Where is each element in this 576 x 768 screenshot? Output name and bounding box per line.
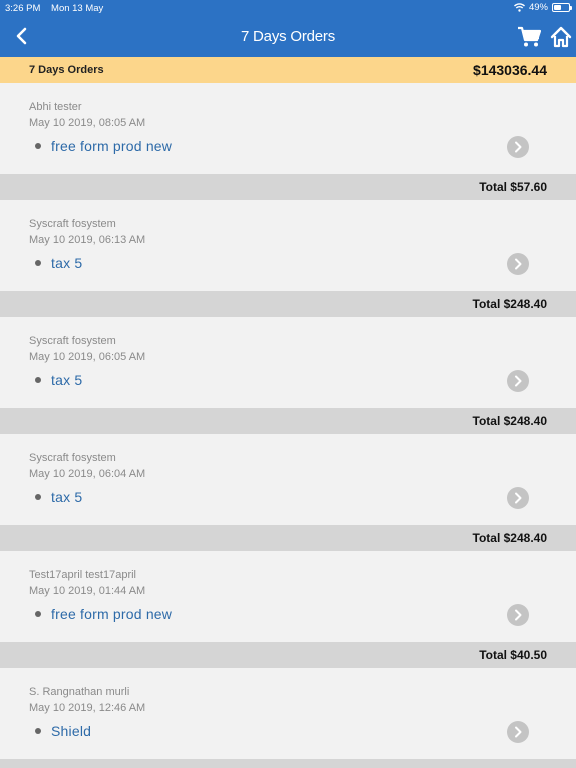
page-title: 7 Days Orders bbox=[240, 28, 336, 45]
bullet-icon bbox=[35, 143, 41, 149]
product-name: tax 5 bbox=[51, 372, 83, 388]
bullet-icon bbox=[35, 728, 41, 734]
order-total: Total $248.40 bbox=[472, 297, 547, 311]
chevron-right-icon bbox=[515, 375, 522, 387]
wifi-icon bbox=[513, 3, 525, 12]
order-datetime: May 10 2019, 08:05 AM bbox=[29, 117, 146, 129]
nav-header: 3:26 PM Mon 13 May 49% 7 Days Orders bbox=[0, 0, 576, 57]
cart-icon bbox=[518, 26, 542, 47]
order-item[interactable]: Syscraft fosystem May 10 2019, 06:05 AM … bbox=[0, 317, 576, 434]
order-detail-button[interactable] bbox=[507, 487, 529, 509]
order-datetime: May 10 2019, 06:04 AM bbox=[29, 468, 146, 480]
order-total: Total $40.50 bbox=[479, 648, 547, 662]
bullet-icon bbox=[35, 611, 41, 617]
status-bar: 3:26 PM Mon 13 May 49% bbox=[0, 0, 576, 16]
customer-name: Syscraft fosystem bbox=[29, 452, 116, 464]
order-datetime: May 10 2019, 06:05 AM bbox=[29, 351, 146, 363]
customer-name: Test17april test17april bbox=[29, 569, 137, 581]
chevron-right-icon bbox=[515, 609, 522, 621]
product-name: free form prod new bbox=[51, 606, 173, 622]
bullet-icon bbox=[35, 377, 41, 383]
order-datetime: May 10 2019, 06:13 AM bbox=[29, 234, 146, 246]
order-datetime: May 10 2019, 12:46 AM bbox=[29, 702, 146, 714]
order-total-bar: Total $248.40 bbox=[0, 291, 576, 317]
order-detail-button[interactable] bbox=[507, 370, 529, 392]
chevron-right-icon bbox=[515, 726, 522, 738]
order-list: Abhi tester May 10 2019, 08:05 AM free f… bbox=[0, 83, 576, 768]
order-total-bar: Total $248.40 bbox=[0, 408, 576, 434]
customer-name: Abhi tester bbox=[29, 101, 82, 113]
customer-name: S. Rangnathan murli bbox=[29, 686, 130, 698]
order-total: Total $248.40 bbox=[472, 531, 547, 545]
battery-percent: 49% bbox=[528, 2, 548, 13]
order-datetime: May 10 2019, 01:44 AM bbox=[29, 585, 146, 597]
bullet-icon bbox=[35, 494, 41, 500]
battery-icon bbox=[552, 3, 572, 12]
chevron-right-icon bbox=[515, 141, 522, 153]
cart-button[interactable] bbox=[517, 26, 542, 48]
status-time: 3:26 PM bbox=[5, 3, 41, 14]
product-name: tax 5 bbox=[51, 255, 83, 271]
order-total-bar: Total $57.60 bbox=[0, 174, 576, 200]
order-item[interactable]: S. Rangnathan murli May 10 2019, 12:46 A… bbox=[0, 668, 576, 768]
order-total-bar: Total $40.50 bbox=[0, 642, 576, 668]
chevron-right-icon bbox=[515, 492, 522, 504]
order-item[interactable]: Syscraft fosystem May 10 2019, 06:04 AM … bbox=[0, 434, 576, 551]
order-detail-button[interactable] bbox=[507, 253, 529, 275]
product-name: tax 5 bbox=[51, 489, 83, 505]
home-button[interactable] bbox=[550, 26, 572, 48]
order-total: Total $248.40 bbox=[472, 414, 547, 428]
product-name: free form prod new bbox=[51, 138, 173, 154]
order-item[interactable]: Syscraft fosystem May 10 2019, 06:13 AM … bbox=[0, 200, 576, 317]
product-name: Shield bbox=[51, 723, 92, 739]
order-detail-button[interactable] bbox=[507, 604, 529, 626]
summary-label: 7 Days Orders bbox=[29, 64, 104, 76]
order-total-bar bbox=[0, 759, 576, 768]
order-item[interactable]: Abhi tester May 10 2019, 08:05 AM free f… bbox=[0, 83, 576, 200]
order-item[interactable]: Test17april test17april May 10 2019, 01:… bbox=[0, 551, 576, 668]
home-icon bbox=[550, 26, 572, 48]
summary-bar: 7 Days Orders $143036.44 bbox=[0, 57, 576, 83]
order-detail-button[interactable] bbox=[507, 136, 529, 158]
customer-name: Syscraft fosystem bbox=[29, 218, 116, 230]
summary-amount: $143036.44 bbox=[473, 62, 547, 78]
order-total-bar: Total $248.40 bbox=[0, 525, 576, 551]
customer-name: Syscraft fosystem bbox=[29, 335, 116, 347]
bullet-icon bbox=[35, 260, 41, 266]
order-detail-button[interactable] bbox=[507, 721, 529, 743]
order-total: Total $57.60 bbox=[479, 180, 547, 194]
status-date: Mon 13 May bbox=[51, 3, 104, 14]
chevron-right-icon bbox=[515, 258, 522, 270]
